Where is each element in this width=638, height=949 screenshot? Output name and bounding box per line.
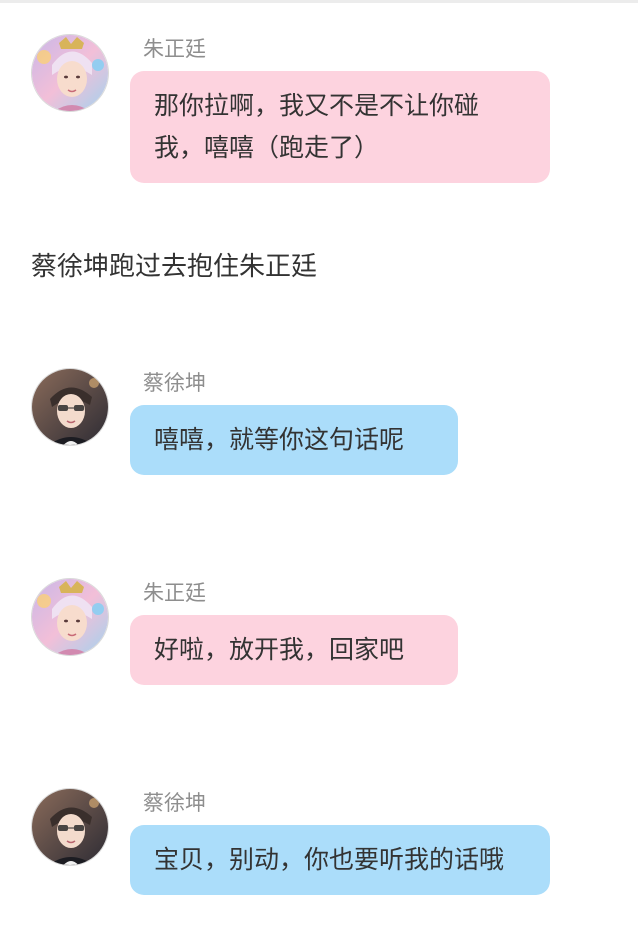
sender-name: 朱正廷 [143, 581, 206, 605]
avatar-zhu-icon[interactable] [31, 34, 109, 112]
narration-text: 蔡徐坤跑过去抱住朱正廷 [31, 252, 318, 282]
top-divider [0, 0, 638, 3]
message-bubble[interactable]: 好啦，放开我，回家吧 [130, 615, 458, 685]
sender-name: 蔡徐坤 [143, 791, 206, 815]
avatar-cai-icon[interactable] [31, 368, 109, 446]
avatar-zhu-icon[interactable] [31, 578, 109, 656]
avatar-cai-icon[interactable] [31, 788, 109, 866]
message-bubble[interactable]: 宝贝，别动，你也要听我的话哦 [130, 825, 550, 895]
sender-name: 朱正廷 [143, 37, 206, 61]
message-bubble[interactable]: 那你拉啊，我又不是不让你碰我，嘻嘻（跑走了） [130, 71, 550, 183]
sender-name: 蔡徐坤 [143, 371, 206, 395]
message-bubble[interactable]: 嘻嘻，就等你这句话呢 [130, 405, 458, 475]
